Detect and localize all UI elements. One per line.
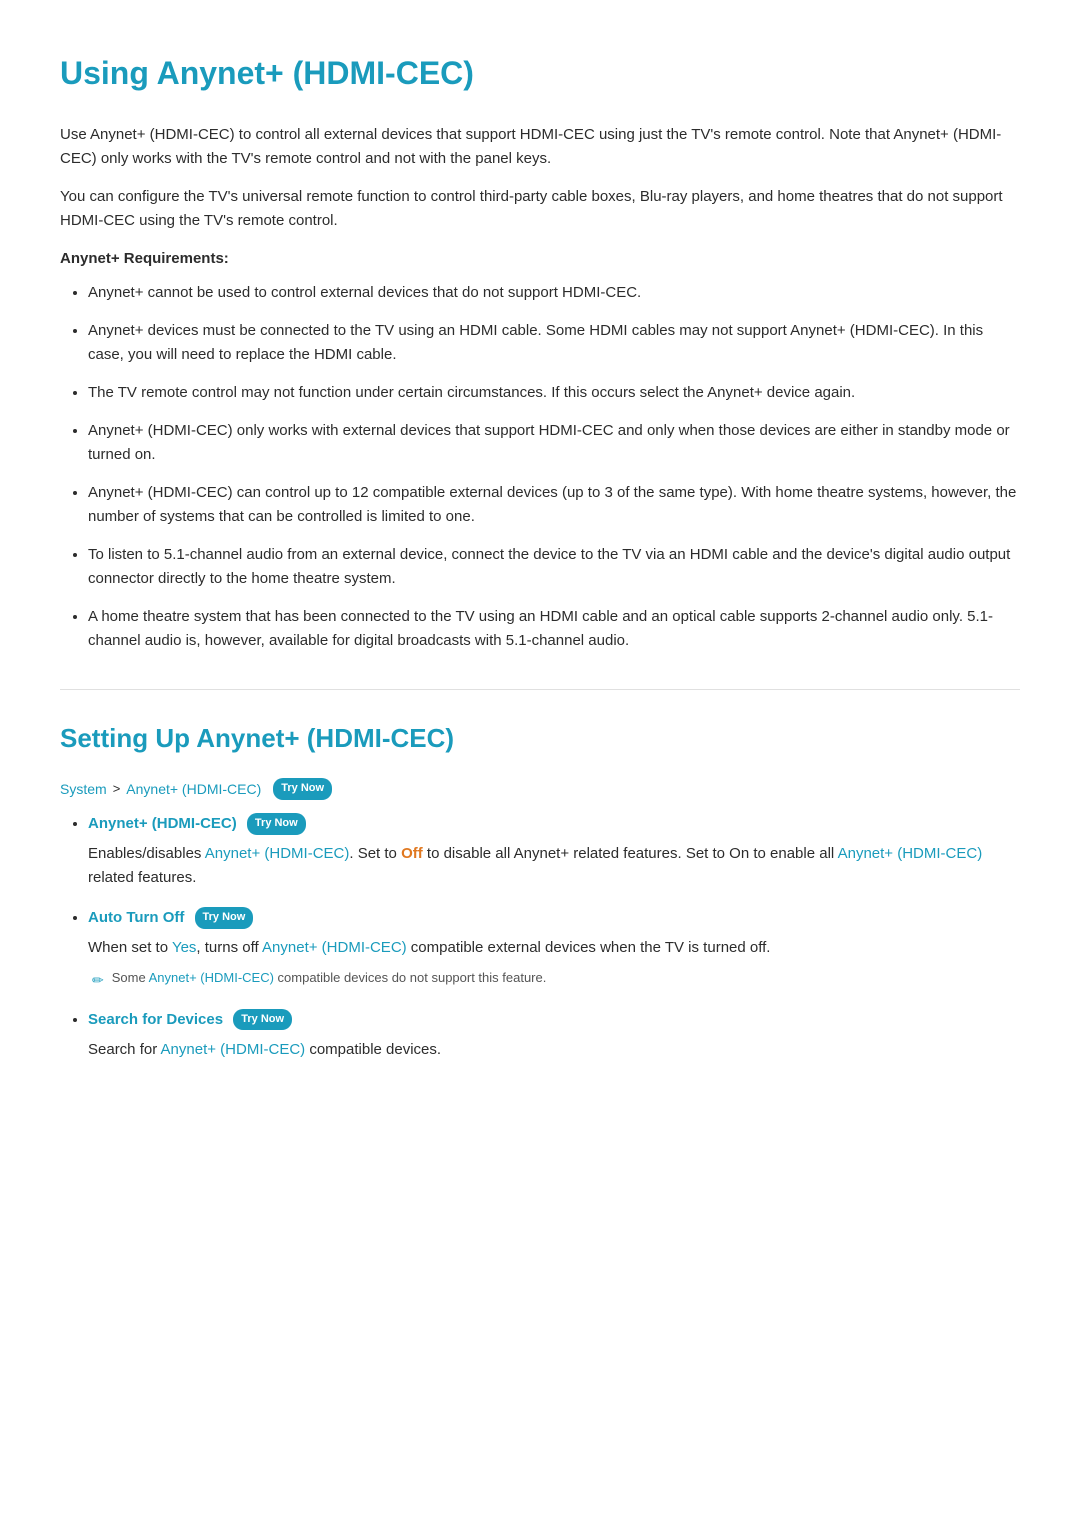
desc-text: Search for (88, 1041, 161, 1058)
page-main-title: Using Anynet+ (HDMI-CEC) (60, 48, 1020, 99)
breadcrumb-anynet[interactable]: Anynet+ (HDMI-CEC) (126, 778, 261, 800)
setting-item-auto-turn-off: Auto Turn Off Try Now When set to Yes, t… (88, 906, 1020, 991)
try-now-badge-anynet[interactable]: Try Now (247, 813, 306, 835)
desc-anynet-link4: Anynet+ (HDMI-CEC) (161, 1041, 306, 1058)
breadcrumb-try-now-badge[interactable]: Try Now (273, 778, 332, 800)
list-item: Anynet+ devices must be connected to the… (88, 319, 1020, 367)
section-title: Setting Up Anynet+ (HDMI-CEC) (60, 718, 1020, 760)
settings-list: Anynet+ (HDMI-CEC) Try Now Enables/disab… (60, 812, 1020, 1061)
setting-desc-auto-turn-off: When set to Yes, turns off Anynet+ (HDMI… (88, 936, 1020, 960)
note-icon: ✏ (92, 969, 104, 991)
try-now-badge-auto-turn-off[interactable]: Try Now (195, 907, 254, 929)
desc-anynet-link: Anynet+ (HDMI-CEC) (205, 845, 350, 862)
setting-title-search-devices: Search for Devices (88, 1011, 223, 1028)
desc-text: . Set to (349, 845, 401, 862)
try-now-badge-search-devices[interactable]: Try Now (233, 1009, 292, 1031)
setting-title-anynet: Anynet+ (HDMI-CEC) (88, 815, 237, 832)
desc-yes-link: Yes (172, 939, 196, 956)
desc-anynet-link3: Anynet+ (HDMI-CEC) (262, 939, 407, 956)
note-anynet-link: Anynet+ (HDMI-CEC) (149, 970, 274, 985)
list-item: The TV remote control may not function u… (88, 381, 1020, 405)
desc-text: to disable all Anynet+ related features.… (423, 845, 838, 862)
desc-text: compatible devices. (305, 1041, 441, 1058)
setting-desc-anynet: Enables/disables Anynet+ (HDMI-CEC). Set… (88, 842, 1020, 890)
desc-text: related features. (88, 869, 196, 886)
intro-paragraph-2: You can configure the TV's universal rem… (60, 185, 1020, 233)
desc-text: When set to (88, 939, 172, 956)
desc-anynet-link2: Anynet+ (HDMI-CEC) (838, 845, 983, 862)
desc-text: compatible external devices when the TV … (407, 939, 771, 956)
breadcrumb-separator: > (113, 779, 121, 800)
list-item: Anynet+ (HDMI-CEC) can control up to 12 … (88, 481, 1020, 529)
list-item: A home theatre system that has been conn… (88, 605, 1020, 653)
intro-paragraph-1: Use Anynet+ (HDMI-CEC) to control all ex… (60, 123, 1020, 171)
note-line: ✏ Some Anynet+ (HDMI-CEC) compatible dev… (88, 968, 1020, 991)
breadcrumb-system[interactable]: System (60, 778, 107, 800)
requirements-heading: Anynet+ Requirements: (60, 247, 1020, 271)
setting-item-anynet: Anynet+ (HDMI-CEC) Try Now Enables/disab… (88, 812, 1020, 890)
setting-desc-search-devices: Search for Anynet+ (HDMI-CEC) compatible… (88, 1038, 1020, 1062)
requirements-list: Anynet+ cannot be used to control extern… (60, 281, 1020, 653)
list-item: Anynet+ cannot be used to control extern… (88, 281, 1020, 305)
note-text: Some Anynet+ (HDMI-CEC) compatible devic… (112, 968, 547, 988)
setting-item-search-devices: Search for Devices Try Now Search for An… (88, 1008, 1020, 1062)
desc-text: , turns off (196, 939, 262, 956)
desc-text: Enables/disables (88, 845, 205, 862)
section-divider (60, 689, 1020, 690)
setting-title-auto-turn-off: Auto Turn Off (88, 909, 184, 926)
breadcrumb: System > Anynet+ (HDMI-CEC) Try Now (60, 778, 1020, 800)
desc-off-link: Off (401, 845, 423, 862)
list-item: To listen to 5.1-channel audio from an e… (88, 543, 1020, 591)
list-item: Anynet+ (HDMI-CEC) only works with exter… (88, 419, 1020, 467)
